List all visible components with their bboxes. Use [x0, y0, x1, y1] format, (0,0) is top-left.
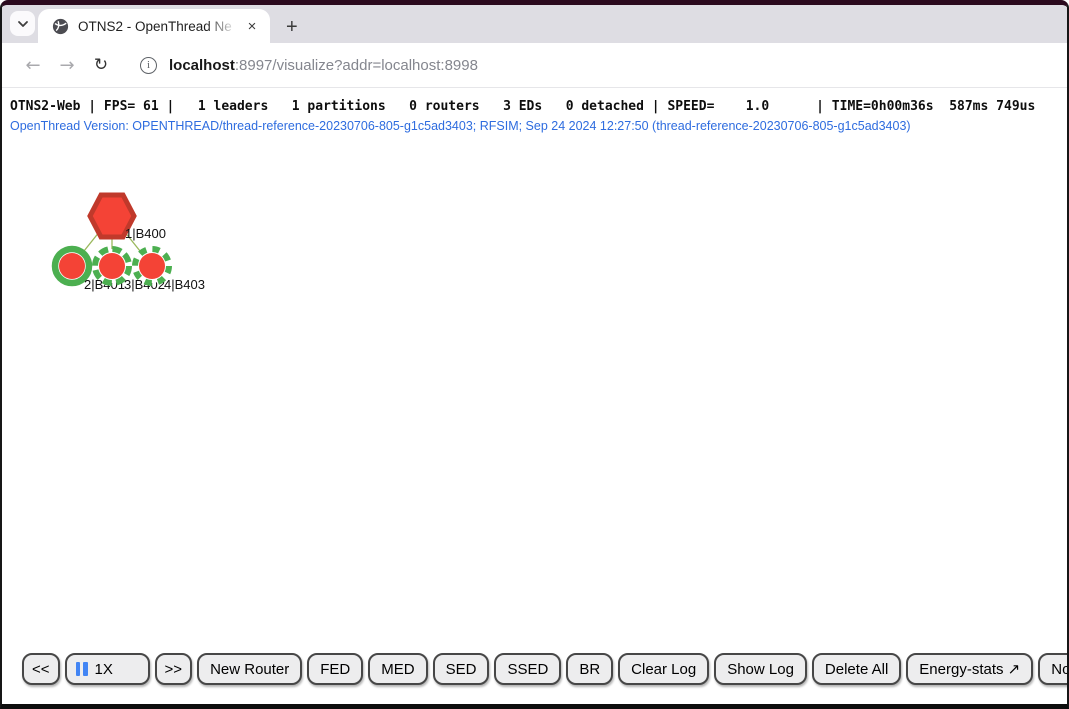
show-log-button[interactable]: Show Log	[714, 653, 807, 685]
otns-page: OTNS2-Web | FPS= 61 | 1 leaders 1 partit…	[2, 88, 1067, 703]
forward-button[interactable]: →	[50, 55, 84, 76]
reload-button[interactable]: ↻	[84, 55, 118, 75]
chevron-down-icon	[17, 16, 29, 31]
speed-button[interactable]: 1X	[65, 653, 150, 685]
clear-log-button[interactable]: Clear Log	[618, 653, 709, 685]
add-ssed-button[interactable]: SSED	[494, 653, 561, 685]
tab-list-button[interactable]	[10, 11, 35, 36]
new-tab-button[interactable]: +	[282, 17, 302, 37]
tab-title: OTNS2 - OpenThread Ne	[78, 19, 242, 34]
browser-navbar: ← → ↻ i localhost:8997/visualize?addr=lo…	[2, 43, 1067, 88]
step-forward-button[interactable]: >>	[155, 653, 193, 685]
end-device-circle[interactable]	[59, 253, 85, 279]
back-button[interactable]: ←	[16, 55, 50, 76]
node-label: 1|B400	[125, 226, 166, 241]
add-med-button[interactable]: MED	[368, 653, 427, 685]
node-stats-button[interactable]: Node-stats ↗	[1038, 653, 1069, 685]
simulation-status-line: OTNS2-Web | FPS= 61 | 1 leaders 1 partit…	[2, 88, 1067, 115]
end-device-circle[interactable]	[99, 253, 125, 279]
url-path: :8997/visualize?addr=localhost:8998	[235, 57, 478, 74]
step-back-button[interactable]: <<	[22, 653, 60, 685]
simulation-controls: << 1X >> New Router FED MED SED SSED BR …	[22, 653, 1069, 685]
url-text: localhost:8997/visualize?addr=localhost:…	[169, 57, 478, 74]
browser-tab-active[interactable]: OTNS2 - OpenThread Ne ×	[38, 9, 270, 43]
add-fed-button[interactable]: FED	[307, 653, 363, 685]
site-info-icon[interactable]: i	[140, 57, 157, 74]
openthread-version-line: OpenThread Version: OPENTHREAD/thread-re…	[2, 115, 1067, 134]
globe-favicon-icon	[52, 18, 69, 35]
add-sed-button[interactable]: SED	[433, 653, 490, 685]
node-label: 4|B403	[164, 277, 205, 292]
url-host: localhost	[169, 57, 235, 74]
address-bar[interactable]: i localhost:8997/visualize?addr=localhos…	[140, 57, 478, 74]
network-canvas: 1|B400 2|B401 3|B402 4|B403	[2, 88, 1067, 703]
browser-window: OTNS2 - OpenThread Ne × + ← → ↻ i localh…	[0, 0, 1069, 709]
tab-close-icon[interactable]: ×	[242, 18, 262, 35]
speed-label: 1X	[95, 661, 113, 678]
energy-stats-button[interactable]: Energy-stats ↗	[906, 653, 1033, 685]
tab-strip: OTNS2 - OpenThread Ne × +	[2, 5, 1067, 43]
delete-all-button[interactable]: Delete All	[812, 653, 901, 685]
pause-icon	[76, 662, 88, 676]
end-device-circle[interactable]	[139, 253, 165, 279]
node-leader-1-b400[interactable]: 1|B400	[90, 195, 166, 241]
new-router-button[interactable]: New Router	[197, 653, 302, 685]
add-br-button[interactable]: BR	[566, 653, 613, 685]
